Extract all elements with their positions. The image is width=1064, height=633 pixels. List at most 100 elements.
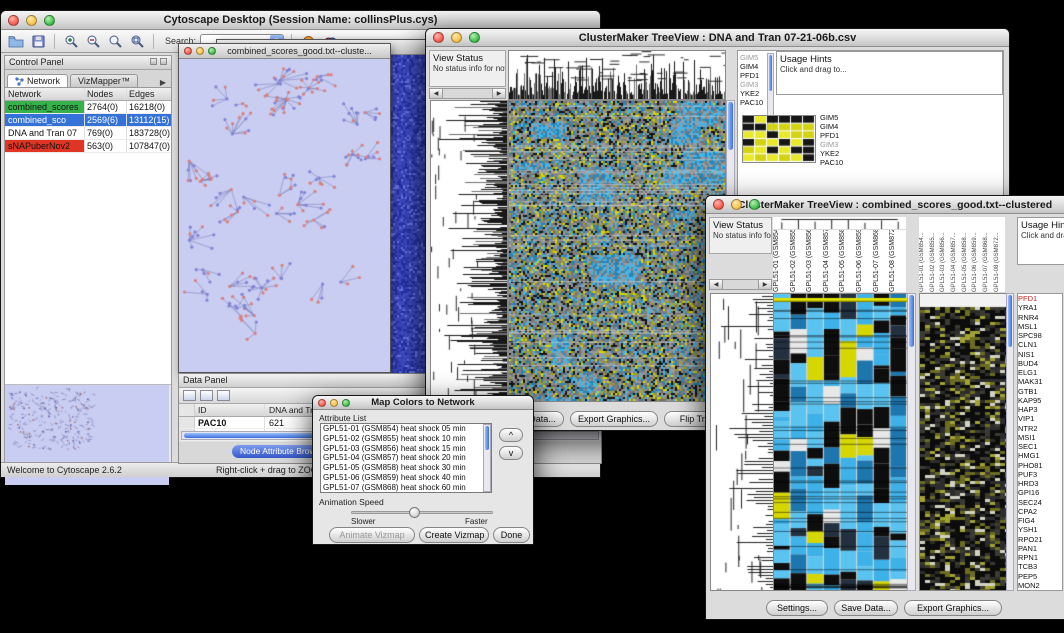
gene-label[interactable]: BUD4 [1018, 359, 1062, 368]
move-up-button[interactable]: ^ [499, 428, 523, 442]
create-vizmap-button[interactable]: Create Vizmap [419, 527, 489, 543]
maximize-icon[interactable] [469, 32, 480, 43]
export-graphics-button[interactable]: Export Graphics... [904, 600, 1002, 616]
animation-speed-slider[interactable] [351, 511, 493, 514]
gene-label[interactable]: NTR2 [1018, 424, 1062, 433]
gene-label[interactable]: FIG4 [1018, 516, 1062, 525]
col-nodes[interactable]: Nodes [85, 88, 127, 100]
gene-label[interactable]: GTB1 [1018, 387, 1062, 396]
gene-label[interactable]: GIM3 [740, 80, 766, 89]
maximize-icon[interactable] [749, 199, 760, 210]
gene-label[interactable]: MSI1 [1018, 433, 1062, 442]
gene-label[interactable]: YSH1 [1018, 525, 1062, 534]
network-view-window[interactable]: combined_scores_good.txt--cluste... [178, 43, 391, 373]
row-dendrogram-canvas[interactable] [430, 100, 508, 402]
network-canvas[interactable] [179, 59, 390, 372]
close-icon[interactable] [433, 32, 444, 43]
gene-label[interactable]: PFD1 [1018, 294, 1062, 303]
network-row[interactable]: combined_scores 2764(0) 16218(0) [5, 101, 171, 114]
scrollbar-thumb[interactable] [909, 295, 914, 347]
col-edges[interactable]: Edges [127, 88, 171, 100]
gene-label[interactable]: GIM5 [740, 53, 766, 62]
tree-h-scrollbar[interactable]: ◀ ▶ [709, 279, 772, 290]
gene-label[interactable]: KAP95 [1018, 396, 1062, 405]
minimize-icon[interactable] [26, 15, 37, 26]
dialog-titlebar[interactable]: Map Colors to Network [313, 396, 533, 410]
zoom-fit-icon[interactable] [128, 33, 146, 50]
scrollbar-thumb[interactable] [1008, 295, 1012, 347]
gene-label[interactable]: PEP5 [1018, 572, 1062, 581]
animate-vizmap-button[interactable]: Animate Vizmap [329, 527, 415, 543]
matrix-label[interactable]: GIM5 [820, 113, 854, 122]
gene-label[interactable]: PFD1 [740, 71, 766, 80]
treeview-dna-titlebar[interactable]: ClusterMaker TreeView : DNA and Tran 07-… [426, 29, 1009, 47]
gene-label[interactable]: RNR4 [1018, 313, 1062, 322]
gene-label[interactable]: SPC98 [1018, 331, 1062, 340]
matrix-label[interactable]: GIM4 [820, 122, 854, 131]
network-name[interactable]: sNAPuberNov2 [5, 140, 85, 152]
close-panel-icon[interactable] [160, 58, 167, 65]
network-row[interactable]: sNAPuberNov2 563(0) 107847(0) [5, 140, 171, 153]
close-icon[interactable] [184, 47, 192, 55]
tab-overflow-arrow-icon[interactable]: ▶ [160, 78, 169, 87]
treeview-combined-titlebar[interactable]: ClusterMaker TreeView : combined_scores_… [706, 196, 1064, 214]
column-dendrogram-canvas[interactable] [508, 50, 726, 100]
create-attribute-icon[interactable] [200, 390, 213, 401]
minimize-icon[interactable] [451, 32, 462, 43]
gene-label[interactable]: TCB3 [1018, 562, 1062, 571]
matrix-label[interactable]: YKE2 [820, 149, 854, 158]
gene-label[interactable]: RPO21 [1018, 535, 1062, 544]
network-name[interactable]: combined_sco [5, 114, 85, 126]
network-tree-area[interactable] [5, 153, 171, 385]
col-id[interactable]: ID [195, 404, 265, 416]
attribute-item[interactable]: GPL51-06 (GSM859) heat shock 40 min [321, 473, 491, 483]
attribute-item[interactable]: GPL51-04 (GSM857) heat shock 20 min [321, 453, 491, 463]
gene-label[interactable]: SEC1 [1018, 442, 1062, 451]
scroll-left-icon[interactable]: ◀ [710, 280, 723, 289]
gene-label[interactable]: HMG1 [1018, 451, 1062, 460]
maximize-icon[interactable] [342, 399, 350, 407]
gene-label[interactable]: PHO81 [1018, 461, 1062, 470]
close-icon[interactable] [8, 15, 19, 26]
attribute-item[interactable]: GPL51-02 (GSM855) heat shock 10 min [321, 434, 491, 444]
open-folder-icon[interactable] [7, 33, 25, 50]
save-disk-icon[interactable] [29, 33, 47, 50]
scrollbar-thumb[interactable] [769, 55, 772, 91]
gene-label[interactable]: MSL1 [1018, 322, 1062, 331]
list-v-scrollbar[interactable] [483, 424, 491, 492]
gene-label[interactable]: GIM4 [740, 62, 766, 71]
tab-network[interactable]: Network [7, 74, 68, 87]
gene-label[interactable]: MON2 [1018, 581, 1062, 590]
maximize-icon[interactable] [44, 15, 55, 26]
zoom-out-icon[interactable] [84, 33, 102, 50]
tree-h-scrollbar[interactable]: ◀ ▶ [429, 88, 506, 99]
gene-label[interactable]: HAP3 [1018, 405, 1062, 414]
save-data-button[interactable]: Save Data... [834, 600, 898, 616]
attribute-item[interactable]: GPL51-07 (GSM868) heat shock 60 min [321, 483, 491, 493]
settings-button[interactable]: Settings... [766, 600, 828, 616]
network-table-header[interactable]: Network Nodes Edges [5, 88, 171, 101]
close-icon[interactable] [318, 399, 326, 407]
subwindow-titlebar[interactable]: combined_scores_good.txt--cluste... [179, 44, 390, 59]
gene-label[interactable]: RPN1 [1018, 553, 1062, 562]
close-icon[interactable] [713, 199, 724, 210]
scroll-right-icon[interactable]: ▶ [492, 89, 505, 98]
network-row[interactable]: DNA and Tran 07 769(0) 183728(0) [5, 127, 171, 140]
gene-label[interactable]: CLN1 [1018, 340, 1062, 349]
slider-thumb[interactable] [409, 507, 420, 518]
gene-label[interactable]: YKE2 [740, 89, 766, 98]
gene-label[interactable]: CPA2 [1018, 507, 1062, 516]
network-name[interactable]: combined_scores [5, 101, 85, 113]
float-icon[interactable] [150, 58, 157, 65]
gene-label[interactable]: MAK31 [1018, 377, 1062, 386]
gene-label[interactable]: GPI16 [1018, 488, 1062, 497]
minimize-icon[interactable] [731, 199, 742, 210]
scrollbar-thumb[interactable] [728, 102, 733, 150]
col-network[interactable]: Network [5, 88, 85, 100]
gene-label[interactable]: PAN1 [1018, 544, 1062, 553]
cell-id[interactable]: PAC10 [195, 417, 265, 428]
gene-label[interactable]: HRD3 [1018, 479, 1062, 488]
maximize-icon[interactable] [208, 47, 216, 55]
network-row-selected[interactable]: combined_sco 2569(6) 13112(15) [5, 114, 171, 127]
done-button[interactable]: Done [493, 527, 530, 543]
